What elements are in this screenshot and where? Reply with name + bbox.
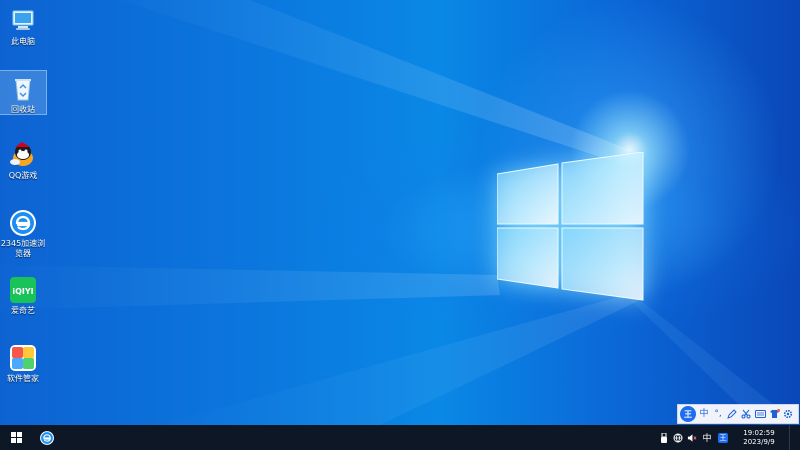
desktop-icon-label: 软件管家	[7, 374, 39, 383]
ime-punctuation-toggle[interactable]: °,	[712, 407, 724, 421]
desktop[interactable]: 此电脑 回收站 QQ游戏 2345加速浏 览器 iQIYI 爱奇艺 软件管家 王…	[0, 0, 800, 450]
qq-game-icon	[10, 142, 33, 166]
desktop-icon-column: 此电脑 回收站 QQ游戏 2345加速浏 览器 iQIYI 爱奇艺 软件管家	[0, 0, 48, 420]
ime-mode-toggle[interactable]: 中	[698, 407, 710, 421]
windows-start-icon	[10, 432, 22, 443]
desktop-icon-label: 此电脑	[11, 37, 35, 46]
desktop-icon-label: 回收站	[11, 105, 35, 114]
desktop-icon-label: 爱奇艺	[11, 306, 35, 315]
desktop-icon-recycle-bin[interactable]: 回收站	[0, 70, 47, 115]
software-manager-icon	[10, 345, 36, 371]
skin-icon[interactable]	[768, 407, 780, 421]
keyboard-icon[interactable]	[754, 407, 766, 421]
desktop-icon-label: 2345加速浏 览器	[0, 239, 46, 258]
desktop-icon-qq-game[interactable]: QQ游戏	[0, 137, 46, 185]
browser-2345-icon	[10, 210, 36, 236]
recycle-bin-icon	[15, 79, 31, 101]
speaker-muted-icon[interactable]	[687, 433, 697, 443]
taskbar: 中 王 19:02:59 2023/9/9	[0, 425, 800, 450]
start-button[interactable]	[0, 425, 32, 450]
desktop-icon-label: QQ游戏	[8, 171, 38, 180]
gear-icon[interactable]	[782, 407, 794, 421]
scissors-icon[interactable]	[740, 407, 752, 421]
ime-toolbar[interactable]: 王 中 °,	[677, 404, 799, 424]
desktop-icon-software-manager[interactable]: 软件管家	[0, 340, 46, 388]
clock-time: 19:02:59	[743, 428, 775, 437]
iqiyi-icon: iQIYI	[10, 277, 36, 303]
ime-tray-logo: 王	[718, 432, 728, 443]
usb-icon[interactable]	[659, 432, 669, 443]
clock-date: 2023/9/9	[743, 437, 775, 446]
input-language-indicator[interactable]: 中	[701, 433, 713, 444]
show-desktop-button[interactable]	[789, 425, 794, 450]
desktop-icon-this-pc[interactable]: 此电脑	[0, 3, 46, 51]
ime-logo-icon[interactable]: 王	[680, 406, 696, 422]
browser-2345-icon	[40, 430, 54, 445]
taskbar-2345-browser[interactable]	[32, 425, 62, 450]
computer-icon	[12, 10, 34, 30]
windows-logo	[496, 151, 644, 302]
pen-icon[interactable]	[726, 407, 738, 421]
ime-tray-icon[interactable]: 王	[717, 432, 729, 443]
desktop-icon-iqiyi[interactable]: iQIYI 爱奇艺	[0, 272, 46, 320]
wallpaper-light-beams	[0, 0, 800, 425]
iqiyi-logo-text: iQIYI	[12, 287, 33, 296]
taskbar-clock[interactable]: 19:02:59 2023/9/9	[737, 429, 781, 447]
desktop-icon-2345-browser[interactable]: 2345加速浏 览器	[0, 205, 46, 261]
system-tray: 中 王 19:02:59 2023/9/9	[659, 425, 800, 450]
network-icon[interactable]	[673, 433, 683, 443]
